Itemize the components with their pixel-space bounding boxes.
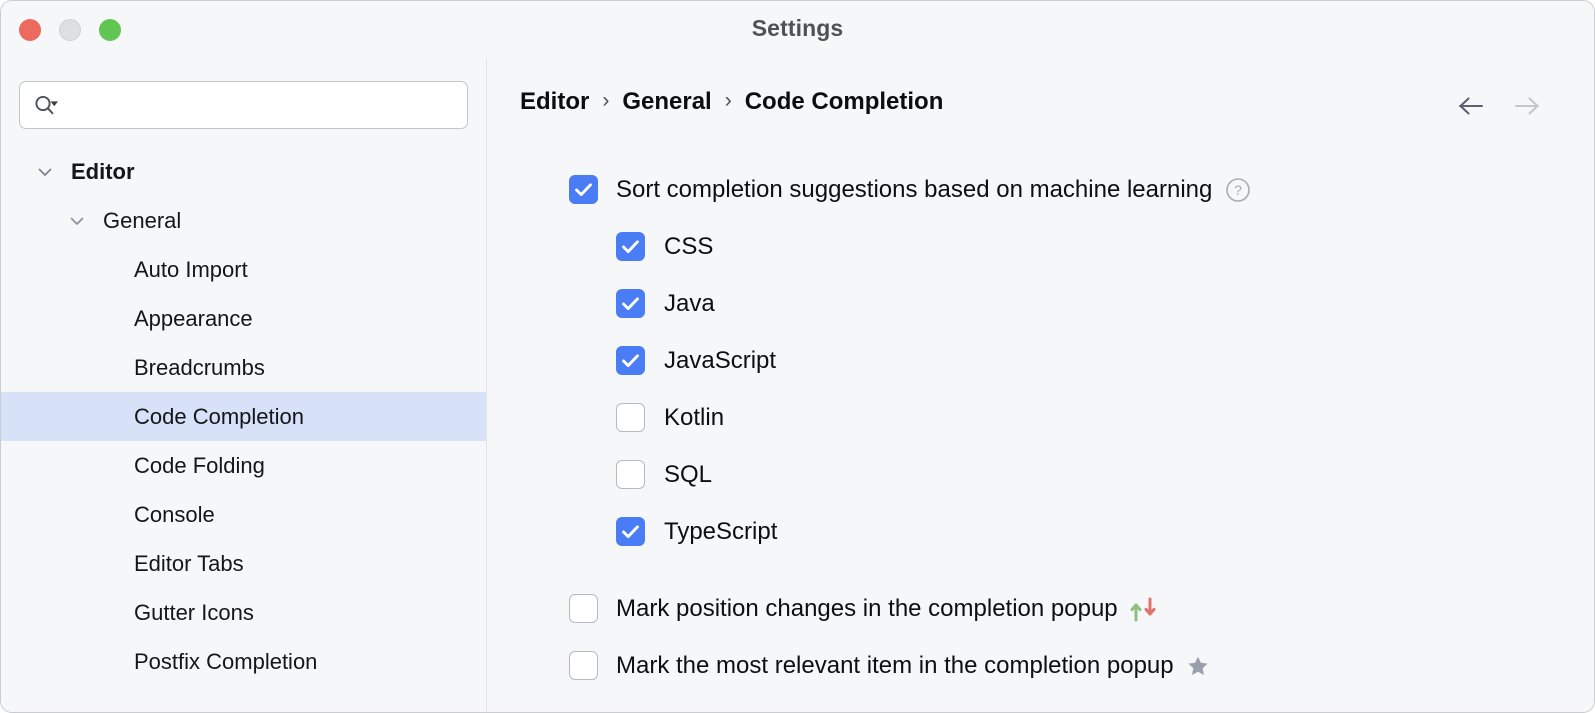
svg-text:?: ? [1234,182,1242,198]
options-spacer [488,560,1594,580]
option-row-kotlin[interactable]: Kotlin [488,389,1594,446]
option-label: Mark the most relevant item in the compl… [616,651,1174,679]
option-row-mark-position-changes[interactable]: Mark position changes in the completion … [488,580,1594,637]
breadcrumb-separator-icon: › [724,89,732,112]
help-circle-icon[interactable]: ? [1225,177,1251,203]
checkbox-css[interactable] [616,232,645,261]
option-row-typescript[interactable]: TypeScript [488,503,1594,560]
breadcrumb-item-code-completion: Code Completion [744,88,944,115]
settings-tree: Editor General Auto Import Appearance Br… [1,147,486,686]
checkbox-java[interactable] [616,289,645,318]
sidebar-item-label: Breadcrumbs [134,354,265,380]
breadcrumb-item-general[interactable]: General [622,88,711,116]
option-label: TypeScript [664,517,778,545]
sidebar-item-editor[interactable]: Editor [1,147,486,196]
breadcrumb-item-editor[interactable]: Editor [520,88,589,116]
option-row-java[interactable]: Java [488,275,1594,332]
sidebar-item-label: Appearance [134,305,253,331]
chevron-down-icon[interactable] [66,210,88,232]
sidebar-item-label: Auto Import [134,256,248,282]
option-label: Sort completion suggestions based on mac… [616,175,1213,203]
window-title: Settings [751,15,844,41]
option-label: CSS [664,232,714,260]
sidebar-item-code-folding[interactable]: Code Folding [1,441,486,490]
option-row-javascript[interactable]: JavaScript [488,332,1594,389]
search-icon[interactable] [32,93,62,117]
up-down-arrows-icon [1128,596,1162,622]
sidebar-item-code-completion[interactable]: Code Completion [1,392,486,441]
arrow-left-icon[interactable] [1456,94,1486,118]
title-bar: Settings [1,1,1594,58]
search-box[interactable] [19,81,468,129]
sidebar-item-general[interactable]: General [1,196,486,245]
option-label: Java [664,289,715,317]
option-row-ml-sort[interactable]: Sort completion suggestions based on mac… [488,161,1594,218]
option-label: SQL [664,460,713,488]
sidebar-item-label: Editor Tabs [134,550,244,576]
sidebar-item-label: General [103,207,182,233]
sidebar-item-auto-import[interactable]: Auto Import [1,245,486,294]
sidebar-item-label: Console [134,501,215,527]
navigation-buttons [1456,94,1542,118]
option-row-sql[interactable]: SQL [488,446,1594,503]
checkbox-sql[interactable] [616,460,645,489]
sidebar-item-editor-tabs[interactable]: Editor Tabs [1,539,486,588]
arrow-right-icon[interactable] [1512,94,1542,118]
checkbox-mark-most-relevant[interactable] [569,651,598,680]
sidebar-item-label: Code Completion [134,403,304,429]
sidebar-item-postfix-completion[interactable]: Postfix Completion [1,637,486,686]
option-label: Kotlin [664,403,725,431]
options-list: Sort completion suggestions based on mac… [488,161,1594,694]
chevron-down-icon[interactable] [34,161,56,183]
sidebar-item-label: Editor [71,158,135,184]
settings-sidebar: Editor General Auto Import Appearance Br… [1,58,487,712]
checkbox-mark-position-changes[interactable] [569,594,598,623]
checkbox-kotlin[interactable] [616,403,645,432]
option-row-css[interactable]: CSS [488,218,1594,275]
option-label: Mark position changes in the completion … [616,594,1118,622]
checkbox-typescript[interactable] [616,517,645,546]
sidebar-item-appearance[interactable]: Appearance [1,294,486,343]
settings-window: Settings Editor General Auto Import Appe… [0,0,1595,713]
checkbox-ml-sort[interactable] [569,175,598,204]
sidebar-item-label: Code Folding [134,452,265,478]
sidebar-item-console[interactable]: Console [1,490,486,539]
sidebar-item-breadcrumbs[interactable]: Breadcrumbs [1,343,486,392]
sidebar-item-label: Postfix Completion [134,648,318,674]
search-input[interactable] [64,95,455,115]
option-row-mark-most-relevant[interactable]: Mark the most relevant item in the compl… [488,637,1594,694]
breadcrumb-separator-icon: › [602,89,610,112]
option-label: JavaScript [664,346,777,374]
breadcrumb: Editor › General › Code Completion [520,88,943,116]
settings-detail-pane: Editor › General › Code Completion Sort … [488,58,1594,712]
sidebar-item-label: Gutter Icons [134,599,254,625]
star-icon [1186,654,1210,678]
checkbox-javascript[interactable] [616,346,645,375]
sidebar-item-gutter-icons[interactable]: Gutter Icons [1,588,486,637]
